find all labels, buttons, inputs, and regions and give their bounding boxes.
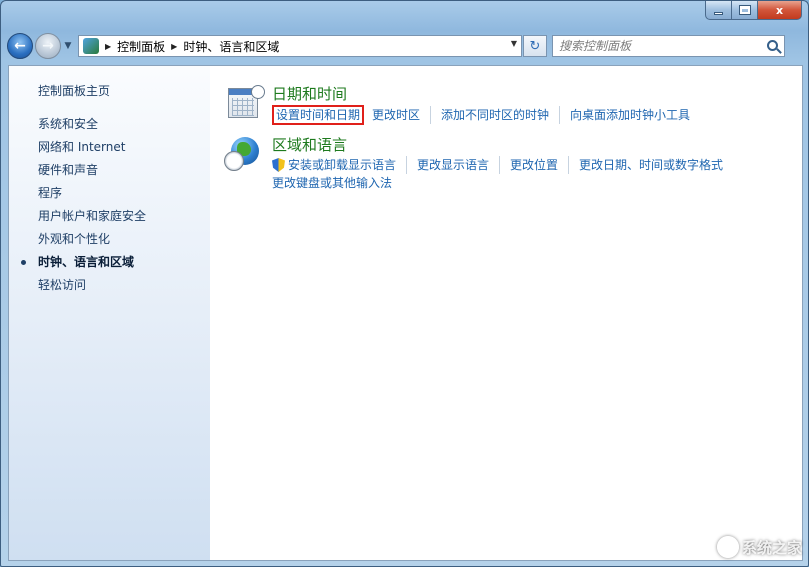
forward-button[interactable]: → <box>35 33 61 59</box>
search-icon[interactable] <box>767 40 778 51</box>
search-input[interactable] <box>559 39 759 53</box>
sidebar-item-programs[interactable]: 程序 <box>9 182 210 205</box>
sidebar: 控制面板主页 系统和安全 网络和 Internet 硬件和声音 程序 用户帐户和… <box>9 66 210 560</box>
main-panel: 日期和时间 设置时间和日期 更改时区 添加不同时区的时钟 向桌面添加时钟小工具 … <box>210 66 802 560</box>
control-panel-window: x ← → ▼ ▶ 控制面板 ▶ 时钟、语言和区域 ▼ ↻ 控制面板主页 系统和… <box>0 0 809 567</box>
breadcrumb-clock-language-region[interactable]: 时钟、语言和区域 <box>183 38 279 55</box>
calendar-clock-icon[interactable] <box>228 85 265 120</box>
watermark: 系统之家 <box>716 536 802 558</box>
uac-shield-icon <box>272 158 285 172</box>
sidebar-item-user-accounts[interactable]: 用户帐户和家庭安全 <box>9 205 210 228</box>
sidebar-item-clock-language-region: 时钟、语言和区域 <box>9 251 210 274</box>
clock-icon <box>224 151 244 171</box>
recent-pages-button[interactable]: ▼ <box>62 41 74 51</box>
back-button[interactable]: ← <box>7 33 33 59</box>
region-language-links: 安装或卸载显示语言 更改显示语言 更改位置 更改日期、时间或数字格式 更改键盘或… <box>272 156 802 192</box>
sidebar-item-appearance[interactable]: 外观和个性化 <box>9 228 210 251</box>
close-icon: x <box>775 3 784 17</box>
maximize-button[interactable] <box>732 1 758 20</box>
sidebar-item-network-internet[interactable]: 网络和 Internet <box>9 136 210 159</box>
watermark-text: 系统之家 <box>741 538 802 557</box>
link-install-display-language[interactable]: 安装或卸载显示语言 <box>272 156 406 174</box>
category-region-language: 区域和语言 安装或卸载显示语言 更改显示语言 更改位置 更改日期、时间或数字格式… <box>224 135 802 192</box>
breadcrumb-separator[interactable]: ▶ <box>105 42 111 51</box>
link-change-time-zone[interactable]: 更改时区 <box>372 106 430 124</box>
address-dropdown-icon[interactable]: ▼ <box>511 39 517 48</box>
minimize-button[interactable] <box>705 1 732 20</box>
control-panel-icon <box>83 38 99 54</box>
refresh-icon: ↻ <box>529 38 541 54</box>
clock-icon <box>251 85 265 99</box>
sidebar-item-ease-of-access[interactable]: 轻松访问 <box>9 274 210 297</box>
sidebar-item-system-security[interactable]: 系统和安全 <box>9 113 210 136</box>
address-bar[interactable]: ▶ 控制面板 ▶ 时钟、语言和区域 ▼ <box>78 35 522 57</box>
content-area: 控制面板主页 系统和安全 网络和 Internet 硬件和声音 程序 用户帐户和… <box>8 65 803 561</box>
category-title-date-time[interactable]: 日期和时间 <box>272 84 802 104</box>
forward-arrow-icon: → <box>42 38 54 54</box>
link-change-date-time-number-format[interactable]: 更改日期、时间或数字格式 <box>568 156 733 174</box>
link-add-clocks-time-zones[interactable]: 添加不同时区的时钟 <box>430 106 559 124</box>
date-time-links: 设置时间和日期 更改时区 添加不同时区的时钟 向桌面添加时钟小工具 <box>272 105 802 125</box>
search-box[interactable] <box>552 35 785 57</box>
maximize-icon <box>738 5 751 15</box>
link-label: 安装或卸载显示语言 <box>288 158 397 172</box>
link-change-location[interactable]: 更改位置 <box>499 156 568 174</box>
link-change-keyboards-input[interactable]: 更改键盘或其他输入法 <box>272 174 402 192</box>
refresh-button[interactable]: ↻ <box>523 35 547 57</box>
category-title-region-language[interactable]: 区域和语言 <box>272 135 802 155</box>
link-set-time-date[interactable]: 设置时间和日期 <box>272 105 365 125</box>
watermark-logo-icon <box>716 536 739 558</box>
chevron-down-icon: ▼ <box>64 41 72 51</box>
sidebar-item-hardware-sound[interactable]: 硬件和声音 <box>9 159 210 182</box>
link-add-clock-gadget[interactable]: 向桌面添加时钟小工具 <box>559 106 700 124</box>
link-change-display-language[interactable]: 更改显示语言 <box>406 156 499 174</box>
category-date-time: 日期和时间 设置时间和日期 更改时区 添加不同时区的时钟 向桌面添加时钟小工具 <box>228 84 802 125</box>
breadcrumb-separator[interactable]: ▶ <box>171 42 177 51</box>
minimize-icon <box>714 11 723 15</box>
close-button[interactable]: x <box>758 1 802 20</box>
back-arrow-icon: ← <box>14 38 26 54</box>
navigation-bar: ← → ▼ ▶ 控制面板 ▶ 时钟、语言和区域 ▼ ↻ <box>7 31 804 61</box>
sidebar-item-home[interactable]: 控制面板主页 <box>9 80 210 103</box>
title-bar-buttons: x <box>705 1 802 21</box>
breadcrumb-control-panel[interactable]: 控制面板 <box>117 38 165 55</box>
globe-clock-icon[interactable] <box>224 137 262 171</box>
